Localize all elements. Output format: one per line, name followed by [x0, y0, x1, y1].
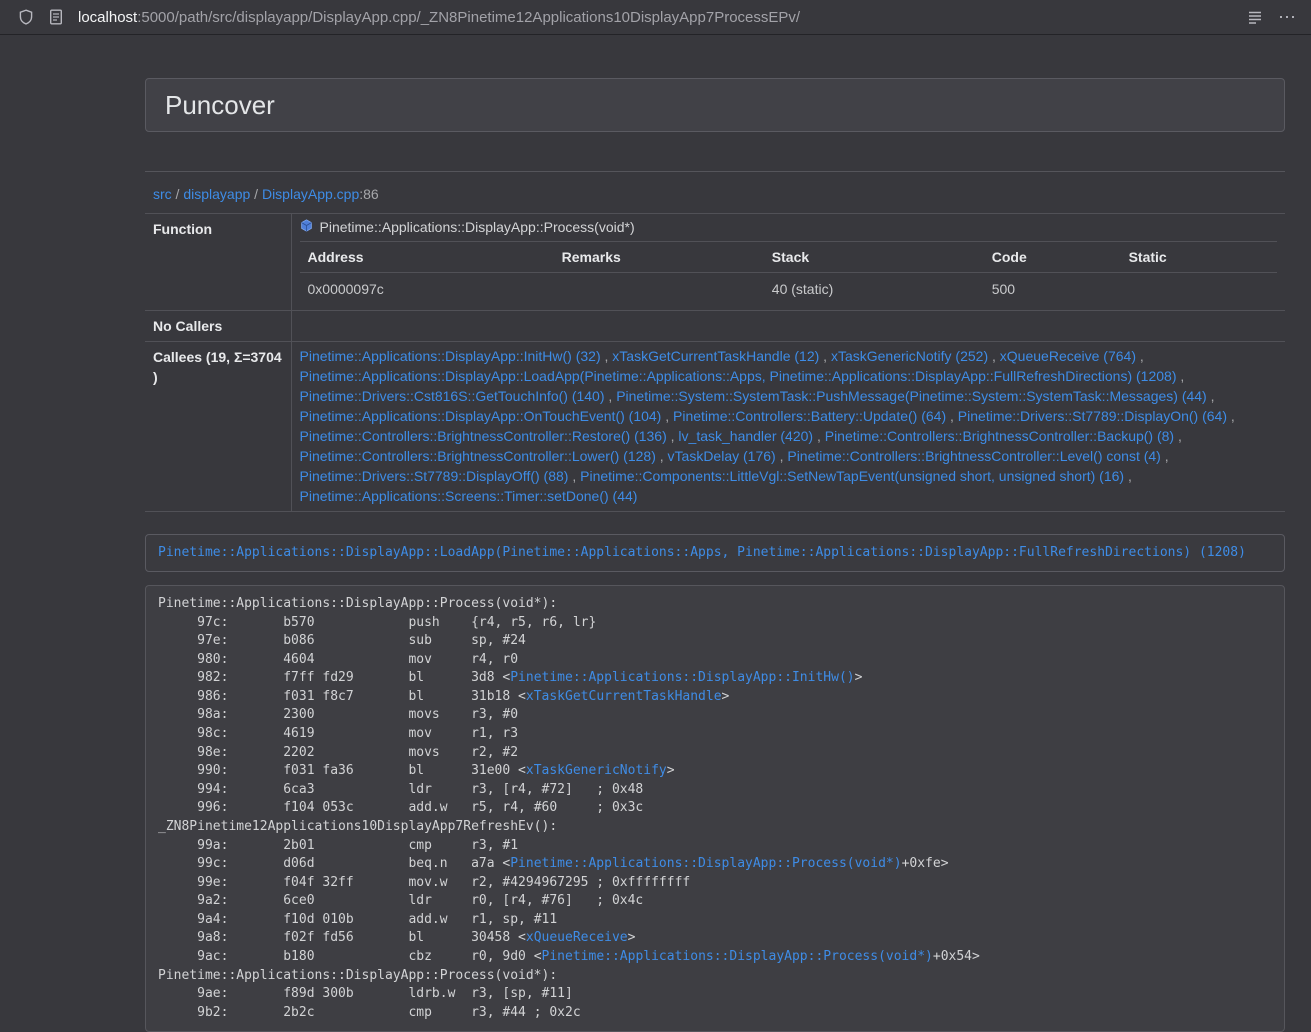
callee-link[interactable]: Pinetime::Controllers::BrightnessControl… — [787, 448, 1160, 464]
callee-separator: , — [1227, 408, 1235, 424]
breadcrumb: src / displayapp / DisplayApp.cpp:86 — [145, 184, 1285, 204]
remarks-value — [554, 273, 764, 306]
callee-link[interactable]: Pinetime::Applications::DisplayApp::OnTo… — [300, 408, 662, 424]
callees-label: Callees (19, Σ=3704 ) — [145, 342, 291, 512]
callee-separator: , — [776, 448, 788, 464]
highlighted-symbol-box: Pinetime::Applications::DisplayApp::Load… — [145, 534, 1285, 572]
static-value — [1121, 273, 1277, 306]
no-callers-row: No Callers — [145, 311, 1285, 342]
app-header-panel: Puncover — [145, 78, 1285, 132]
column-header-remarks: Remarks — [554, 242, 764, 273]
callee-separator: , — [568, 468, 580, 484]
callee-separator: , — [1174, 428, 1182, 444]
callee-separator: , — [1124, 468, 1132, 484]
symbol-table: Function Pinetime::Applications::Display… — [145, 213, 1285, 512]
function-row: Function Pinetime::Applications::Display… — [145, 214, 1285, 311]
detail-header-row: Address Remarks Stack Code Static — [300, 242, 1278, 273]
asm-symbol-link[interactable]: xTaskGenericNotify — [526, 763, 667, 778]
callees-list: Pinetime::Applications::DisplayApp::Init… — [291, 342, 1285, 512]
callee-link[interactable]: Pinetime::System::SystemTask::PushMessag… — [616, 388, 1207, 404]
callee-link[interactable]: xQueueReceive (764) — [1000, 348, 1136, 364]
callee-link[interactable]: lv_task_handler (420) — [678, 428, 813, 444]
asm-symbol-link[interactable]: xTaskGetCurrentTaskHandle — [526, 689, 722, 704]
highlighted-symbol-link[interactable]: Pinetime::Applications::DisplayApp::Load… — [158, 545, 1246, 560]
callee-link[interactable]: Pinetime::Applications::DisplayApp::Init… — [300, 348, 601, 364]
breadcrumb-link[interactable]: DisplayApp.cpp — [262, 186, 359, 202]
code-value: 500 — [984, 273, 1121, 306]
callee-link[interactable]: Pinetime::Drivers::Cst816S::GetTouchInfo… — [300, 388, 605, 404]
callee-link[interactable]: Pinetime::Controllers::BrightnessControl… — [825, 428, 1174, 444]
callee-separator: , — [819, 348, 831, 364]
callee-separator: , — [813, 428, 825, 444]
asm-symbol-link[interactable]: Pinetime::Applications::DisplayApp::Proc… — [510, 856, 901, 871]
tracking-protection-shield-icon[interactable] — [18, 9, 34, 25]
callee-link[interactable]: Pinetime::Controllers::Battery::Update()… — [673, 408, 946, 424]
callee-separator: , — [946, 408, 958, 424]
no-callers-content — [291, 311, 1285, 342]
callee-separator: , — [1161, 448, 1169, 464]
callee-separator: , — [1176, 368, 1184, 384]
function-detail-table: Address Remarks Stack Code Static 0x0000… — [300, 241, 1278, 305]
url-path: :5000/path/src/displayapp/DisplayApp.cpp… — [137, 9, 800, 26]
callee-link[interactable]: xTaskGetCurrentTaskHandle (12) — [612, 348, 819, 364]
breadcrumb-line-number: :86 — [359, 186, 378, 202]
no-callers-label: No Callers — [145, 311, 291, 342]
callees-row: Callees (19, Σ=3704 ) Pinetime::Applicat… — [145, 342, 1285, 512]
callee-separator: , — [661, 408, 673, 424]
function-row-content: Pinetime::Applications::DisplayApp::Proc… — [291, 214, 1285, 311]
callee-link[interactable]: Pinetime::Controllers::BrightnessControl… — [300, 428, 667, 444]
detail-value-row: 0x0000097c 40 (static) 500 — [300, 273, 1278, 306]
reader-mode-icon[interactable] — [1247, 9, 1263, 25]
callee-separator: , — [667, 428, 679, 444]
callee-separator: , — [656, 448, 668, 464]
asm-symbol-link[interactable]: xQueueReceive — [526, 930, 628, 945]
asm-symbol-link[interactable]: Pinetime::Applications::DisplayApp::Proc… — [542, 949, 933, 964]
callee-separator: , — [1136, 348, 1144, 364]
callee-separator: , — [601, 348, 613, 364]
column-header-address: Address — [300, 242, 554, 273]
callee-link[interactable]: Pinetime::Applications::DisplayApp::Load… — [300, 368, 1177, 384]
column-header-stack: Stack — [764, 242, 984, 273]
callee-link[interactable]: Pinetime::Drivers::St7789::DisplayOff() … — [300, 468, 569, 484]
page-info-icon[interactable] — [49, 9, 63, 25]
callee-link[interactable]: xTaskGenericNotify (252) — [831, 348, 988, 364]
breadcrumb-link[interactable]: displayapp — [183, 186, 250, 202]
breadcrumb-link[interactable]: src — [153, 186, 172, 202]
address-value: 0x0000097c — [300, 273, 554, 306]
column-header-code: Code — [984, 242, 1121, 273]
breadcrumb-separator: / — [250, 186, 262, 202]
callee-link[interactable]: Pinetime::Drivers::St7789::DisplayOn() (… — [958, 408, 1227, 424]
callee-link[interactable]: Pinetime::Controllers::BrightnessControl… — [300, 448, 656, 464]
stack-value: 40 (static) — [764, 273, 984, 306]
page-title: Puncover — [165, 91, 1265, 119]
function-row-label: Function — [145, 214, 291, 311]
column-header-static: Static — [1121, 242, 1277, 273]
callee-link[interactable]: Pinetime::Components::LittleVgl::SetNewT… — [580, 468, 1124, 484]
function-icon — [300, 218, 313, 237]
callee-separator: , — [605, 388, 617, 404]
callee-separator: , — [1207, 388, 1215, 404]
browser-chrome: localhost:5000/path/src/displayapp/Displ… — [0, 0, 1311, 35]
callee-link[interactable]: Pinetime::Applications::Screens::Timer::… — [300, 488, 638, 504]
asm-symbol-link[interactable]: Pinetime::Applications::DisplayApp::Init… — [510, 670, 854, 685]
divider — [145, 171, 1285, 172]
page-body: Puncover src / displayapp / DisplayApp.c… — [0, 35, 1311, 1032]
function-name: Pinetime::Applications::DisplayApp::Proc… — [320, 218, 635, 237]
url-bar[interactable]: localhost:5000/path/src/displayapp/Displ… — [78, 9, 1232, 26]
url-domain: localhost — [78, 9, 137, 26]
callee-link[interactable]: vTaskDelay (176) — [668, 448, 776, 464]
breadcrumb-separator: / — [172, 186, 184, 202]
page-actions-menu-icon[interactable]: ⋯ — [1278, 8, 1297, 26]
callee-separator: , — [988, 348, 1000, 364]
disassembly: Pinetime::Applications::DisplayApp::Proc… — [145, 585, 1285, 1032]
